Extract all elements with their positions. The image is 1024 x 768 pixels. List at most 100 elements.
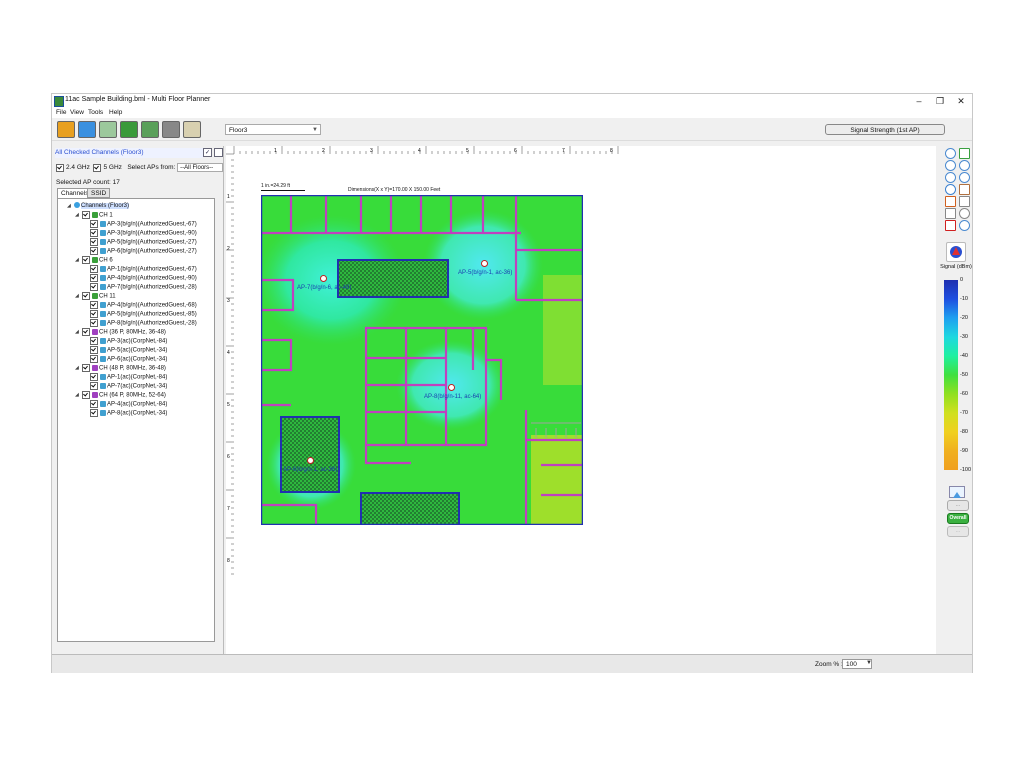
polygon-icon[interactable]: [945, 208, 956, 219]
expander-icon[interactable]: ◢: [75, 364, 79, 372]
tree-ap-item[interactable]: AP-6(ac)(CorpNet,-34): [90, 355, 167, 363]
overall-button[interactable]: Overall: [947, 513, 969, 524]
tree-channel-node[interactable]: ◢ CH (64 P, 80MHz, 52-64): [75, 391, 166, 399]
menu-file[interactable]: File: [56, 109, 66, 116]
zoom-fit-icon[interactable]: [945, 172, 956, 183]
grid-icon[interactable]: [945, 196, 956, 207]
tree-checkbox[interactable]: [90, 373, 98, 381]
tree-checkbox[interactable]: [90, 229, 98, 237]
expander-icon[interactable]: ◢: [67, 202, 71, 210]
tree-ap-item[interactable]: AP-3(b/g/n)(AuthorizedGuest,-90): [90, 229, 197, 237]
tree-checkbox[interactable]: [90, 238, 98, 246]
clipboard-icon[interactable]: [183, 121, 201, 138]
tree-channel-node[interactable]: ◢ CH 11: [75, 292, 116, 300]
expander-icon[interactable]: ◢: [75, 211, 79, 219]
disabled-button[interactable]: ...: [947, 526, 969, 537]
tree-ap-item[interactable]: AP-1(b/g/n)(AuthorizedGuest,-67): [90, 265, 197, 273]
tree-channel-node[interactable]: ◢ CH 6: [75, 256, 113, 264]
open-folder-icon[interactable]: [57, 121, 75, 138]
tree-checkbox[interactable]: [82, 391, 90, 399]
expander-icon[interactable]: ◢: [75, 292, 79, 300]
select-icon[interactable]: [959, 148, 970, 159]
ap-marker-icon[interactable]: [481, 260, 488, 267]
tree-checkbox[interactable]: [90, 310, 98, 318]
tree-checkbox[interactable]: [82, 211, 90, 219]
ap-label-ap5[interactable]: AP-5(b/g/n-1, ac-36): [458, 270, 512, 276]
tree-ap-item[interactable]: AP-4(ac)(CorpNet,-84): [90, 400, 167, 408]
tree-ap-item[interactable]: AP-3(ac)(CorpNet,-84): [90, 337, 167, 345]
expander-icon[interactable]: ◢: [75, 328, 79, 336]
ap-label-ap7[interactable]: AP-7(b/g/n-6, ac-48): [297, 285, 351, 291]
tree-ap-item[interactable]: AP-8(ac)(CorpNet,-34): [90, 409, 167, 417]
signal-metric-icon[interactable]: [946, 242, 966, 262]
close-button[interactable]: ✕: [951, 95, 971, 107]
tree-checkbox[interactable]: [82, 292, 90, 300]
tree-checkbox[interactable]: [90, 355, 98, 363]
tree-ap-item[interactable]: AP-1(ac)(CorpNet,-84): [90, 373, 167, 381]
metric-selector[interactable]: Signal Strength (1st AP): [825, 124, 945, 135]
tree-checkbox[interactable]: [90, 400, 98, 408]
tree-checkbox[interactable]: [90, 283, 98, 291]
tree-checkbox[interactable]: [90, 346, 98, 354]
tree-root[interactable]: ◢ Channels (Floor3): [67, 202, 130, 210]
target-icon[interactable]: [959, 220, 970, 231]
pencil-icon[interactable]: [959, 184, 970, 195]
minimize-button[interactable]: –: [909, 95, 929, 107]
delete-icon[interactable]: [945, 220, 956, 231]
tree-ap-item[interactable]: AP-6(b/g/n)(AuthorizedGuest,-27): [90, 247, 197, 255]
maximize-button[interactable]: ❐: [930, 95, 950, 107]
menu-tools[interactable]: Tools: [88, 109, 103, 116]
tree-checkbox[interactable]: [90, 274, 98, 282]
tree-checkbox[interactable]: [90, 409, 98, 417]
tree-ap-item[interactable]: AP-5(b/g/n)(AuthorizedGuest,-85): [90, 310, 197, 318]
ap-marker-icon[interactable]: [307, 457, 314, 464]
floor-plan-canvas[interactable]: 1 2 3 4 5 6 7 8 1 2 3 4 5 6 7 8 1 in.=24.29 ft Dimensi…: [226, 146, 936, 654]
ap-label-ap6[interactable]: AP-6(b/g/n-1, ac-36): [283, 467, 337, 473]
expander-icon[interactable]: ◢: [75, 256, 79, 264]
cube-icon[interactable]: [78, 121, 96, 138]
menu-help[interactable]: Help: [109, 109, 122, 116]
tree-ap-item[interactable]: AP-7(b/g/n)(AuthorizedGuest,-28): [90, 283, 197, 291]
band-24-checkbox[interactable]: [56, 163, 64, 172]
tree-ap-item[interactable]: AP-8(b/g/n)(AuthorizedGuest,-28): [90, 319, 197, 327]
expander-icon[interactable]: ◢: [75, 391, 79, 399]
select-aps-dropdown[interactable]: --All Floors--: [177, 163, 224, 172]
copy-icon[interactable]: [99, 121, 117, 138]
tree-ap-item[interactable]: AP-4(b/g/n)(AuthorizedGuest,-90): [90, 274, 197, 282]
zoom-icon[interactable]: [945, 148, 956, 159]
option-button[interactable]: ...: [947, 500, 969, 511]
arrow-up-icon[interactable]: [949, 486, 965, 498]
globe-icon[interactable]: [945, 184, 956, 195]
ap-label-ap8[interactable]: AP-8(b/g/n-11, ac-64): [424, 394, 481, 400]
tree-channel-node[interactable]: ◢ CH (48 P, 80MHz, 36-48): [75, 364, 166, 372]
zoom-in-icon[interactable]: [945, 160, 956, 171]
uncheck-all-icon[interactable]: [214, 148, 223, 157]
tree-checkbox[interactable]: [90, 247, 98, 255]
tree-checkbox[interactable]: [90, 319, 98, 327]
tree-ap-item[interactable]: AP-5(ac)(CorpNet,-34): [90, 346, 167, 354]
ap-marker-icon[interactable]: [448, 384, 455, 391]
check-all-icon[interactable]: ✓: [203, 148, 212, 157]
tree-checkbox[interactable]: [82, 364, 90, 372]
grid-icon[interactable]: [120, 121, 138, 138]
tree-ap-item[interactable]: AP-7(ac)(CorpNet,-34): [90, 382, 167, 390]
ap-marker-icon[interactable]: [320, 275, 327, 282]
tree-ap-item[interactable]: AP-3(b/g/n)(AuthorizedGuest,-67): [90, 220, 197, 228]
tree-checkbox[interactable]: [90, 382, 98, 390]
tab-ssid[interactable]: SSID: [87, 188, 111, 198]
tree-ap-item[interactable]: AP-4(b/g/n)(AuthorizedGuest,-68): [90, 301, 197, 309]
zoom-area-icon[interactable]: [959, 172, 970, 183]
ellipse-icon[interactable]: [959, 208, 970, 219]
floor-plan-heatmap[interactable]: [261, 195, 583, 525]
menu-view[interactable]: View: [70, 109, 84, 116]
tree-checkbox[interactable]: [90, 301, 98, 309]
tree-icon[interactable]: [141, 121, 159, 138]
tree-checkbox[interactable]: [90, 265, 98, 273]
tree-checkbox[interactable]: [82, 328, 90, 336]
tree-channel-node[interactable]: ◢ CH 1: [75, 211, 113, 219]
tree-checkbox[interactable]: [90, 220, 98, 228]
tree-channel-node[interactable]: ◢ CH (36 P, 80MHz, 36-48): [75, 328, 166, 336]
floor-select[interactable]: Floor3 ▼: [225, 124, 321, 135]
band-5-checkbox[interactable]: [93, 163, 102, 172]
tree-checkbox[interactable]: [82, 256, 90, 264]
